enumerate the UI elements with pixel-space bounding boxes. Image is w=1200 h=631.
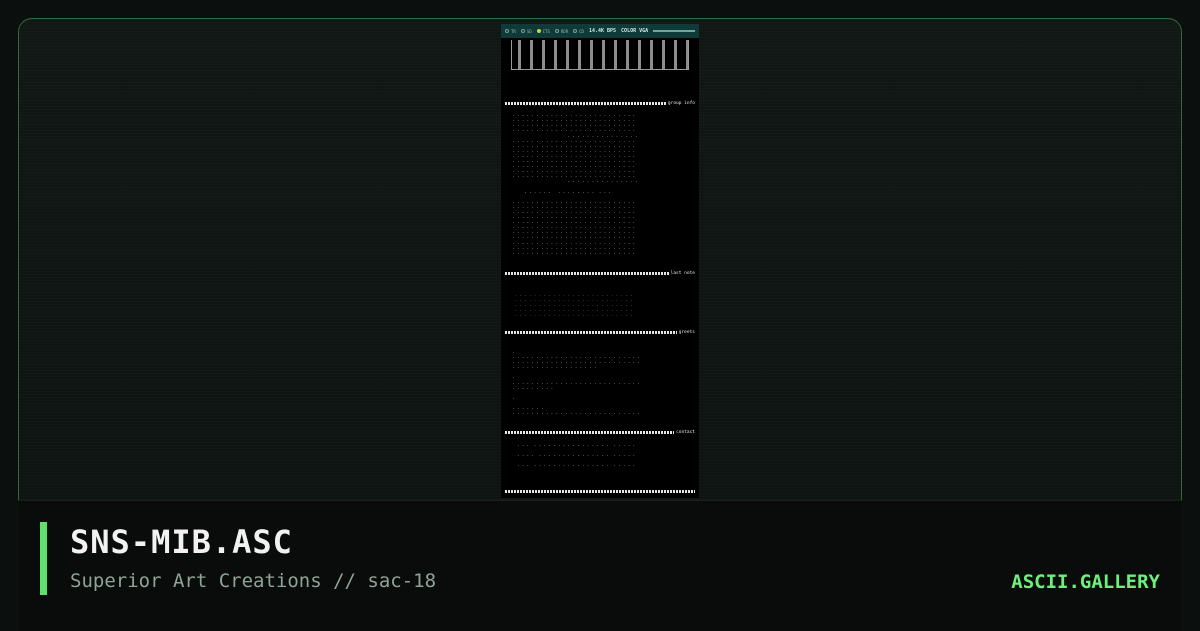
led-icon [536,29,541,33]
indicator-sd: SD [520,29,532,34]
bar-fill [505,489,695,493]
ascii-logo [511,40,689,70]
section-bar-last-note: last note [505,270,695,276]
bar-fill [505,330,677,334]
ascii-art-preview: TR SD CTS RDR CD 14.4K BPS COLOR VGA . .… [501,24,699,498]
indicator-tr: TR [505,29,516,34]
indicator-cts: CTS [536,29,550,34]
file-title: SNS-MIB.ASC [70,523,293,561]
led-icon [505,29,509,33]
bar-fill [505,430,675,434]
ascii-block-roster: . . . . . . . . . . . . . . . . . . . . … [512,102,638,255]
section-bar-group-info: group info [505,100,695,106]
speed-readout: 14.4K BPS [588,28,617,34]
section-bar-contact: contact [505,429,695,435]
indicator-cd: CD [573,29,584,34]
section-bar-footer [505,488,695,494]
modem-status-bar: TR SD CTS RDR CD 14.4K BPS COLOR VGA [501,24,699,38]
bar-fill [505,101,666,105]
display-mode: COLOR VGA [621,28,649,34]
bar-fill [505,271,669,275]
caption-bar: SNS-MIB.ASC Superior Art Creations // sa… [18,500,1182,631]
indicator-rdr: RDR [554,29,568,34]
ascii-block-contact: . . . . . . . . . . . . . . . . . . . . … [517,442,636,468]
accent-stripe [40,522,47,595]
file-subtitle: Superior Art Creations // sac-18 [70,570,437,592]
led-icon [573,29,578,33]
ascii-block-notes: . . . . . . . . . . . . . . . . . . . . … [514,292,633,318]
led-icon [520,29,525,33]
site-brand-link[interactable]: ASCII.GALLERY [1011,571,1160,593]
led-icon [554,29,559,33]
section-bar-greets: greets [505,329,695,335]
status-rule [653,30,695,32]
ascii-block-greets: . . . . . . . . . . . . . . . . . . . . … [512,349,640,416]
